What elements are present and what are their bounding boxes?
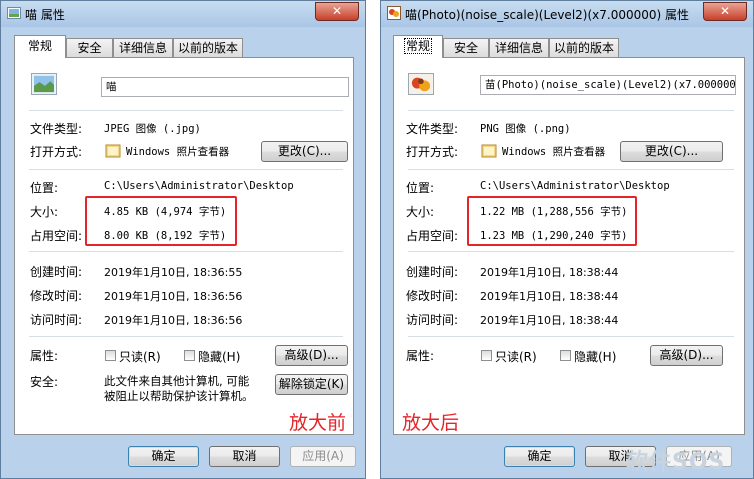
modified-label: 修改时间: <box>406 289 459 303</box>
file-thumbnail-icon <box>408 73 434 95</box>
location-label: 位置: <box>406 181 435 195</box>
created-label: 创建时间: <box>30 265 83 279</box>
file-thumbnail-icon <box>31 73 57 95</box>
security-label: 安全: <box>30 375 59 389</box>
readonly-checkbox[interactable] <box>481 350 492 361</box>
change-button[interactable]: 更改(C)... <box>620 141 723 162</box>
size-label: 大小: <box>406 205 435 219</box>
hidden-checkbox[interactable] <box>560 350 571 361</box>
ok-button[interactable]: 确定 <box>128 446 199 467</box>
left-properties-window: 喵 属性 ✕ 常规 安全 详细信息 以前的版本 喵 文件类型: JPEG 图像 … <box>0 0 366 479</box>
title-bar[interactable]: 喵 属性 ✕ <box>1 1 365 27</box>
accessed-label: 访问时间: <box>406 313 459 327</box>
apply-button[interactable]: 应用(A) <box>290 446 356 467</box>
tab-previous-versions[interactable]: 以前的版本 <box>173 38 243 57</box>
tab-security[interactable]: 安全 <box>443 38 489 57</box>
tab-security[interactable]: 安全 <box>66 38 113 57</box>
created-label: 创建时间: <box>406 265 459 279</box>
tab-details[interactable]: 详细信息 <box>113 38 173 57</box>
annotation-after: 放大后 <box>402 412 460 434</box>
security-text-line2: 被阻止以帮助保护该计算机。 <box>104 389 254 403</box>
photo-viewer-icon <box>105 144 121 158</box>
advanced-button[interactable]: 高级(D)... <box>275 345 348 366</box>
location-value: C:\Users\Administrator\Desktop <box>104 180 294 192</box>
modified-value: 2019年1月10日, 18:36:56 <box>104 290 243 303</box>
modified-label: 修改时间: <box>30 289 83 303</box>
filename-field[interactable]: 苗(Photo)(noise_scale)(Level2)(x7.000000) <box>480 75 736 95</box>
opens-with-label: 打开方式: <box>30 145 83 159</box>
close-button[interactable]: ✕ <box>315 2 359 21</box>
watermark: 软件SOS <box>626 450 726 475</box>
opens-with-value: Windows 照片查看器 <box>502 146 606 158</box>
created-value: 2019年1月10日, 18:38:44 <box>480 266 619 279</box>
png-file-icon <box>387 6 401 20</box>
size-on-disk-label: 占用空间: <box>30 229 83 243</box>
file-type-value: JPEG 图像 (.jpg) <box>104 123 201 135</box>
modified-value: 2019年1月10日, 18:38:44 <box>480 290 619 303</box>
readonly-checkbox[interactable] <box>105 350 116 361</box>
title-bar[interactable]: 喵(Photo)(noise_scale)(Level2)(x7.000000)… <box>381 1 753 27</box>
general-panel: 喵 文件类型: JPEG 图像 (.jpg) 打开方式: Windows 照片查… <box>14 57 354 435</box>
annotation-before: 放大前 <box>289 412 347 434</box>
close-button[interactable]: ✕ <box>703 2 747 21</box>
attributes-label: 属性: <box>406 349 435 363</box>
size-on-disk-label: 占用空间: <box>406 229 459 243</box>
change-button[interactable]: 更改(C)... <box>261 141 348 162</box>
filename-field[interactable]: 喵 <box>101 77 349 97</box>
file-type-label: 文件类型: <box>406 122 459 136</box>
file-type-label: 文件类型: <box>30 122 83 136</box>
tab-general[interactable]: 常规 <box>393 35 443 58</box>
window-title: 喵(Photo)(noise_scale)(Level2)(x7.000000)… <box>405 8 690 22</box>
advanced-button[interactable]: 高级(D)... <box>650 345 723 366</box>
tab-details[interactable]: 详细信息 <box>489 38 549 57</box>
file-type-value: PNG 图像 (.png) <box>480 123 571 135</box>
readonly-label: 只读(R) <box>495 350 537 364</box>
unblock-button[interactable]: 解除锁定(K) <box>275 374 348 395</box>
location-value: C:\Users\Administrator\Desktop <box>480 180 670 192</box>
tab-previous-versions[interactable]: 以前的版本 <box>549 38 619 57</box>
created-value: 2019年1月10日, 18:36:55 <box>104 266 243 279</box>
tab-general[interactable]: 常规 <box>14 35 66 58</box>
window-title: 喵 属性 <box>25 8 65 22</box>
right-properties-window: 喵(Photo)(noise_scale)(Level2)(x7.000000)… <box>380 0 754 479</box>
accessed-label: 访问时间: <box>30 313 83 327</box>
location-label: 位置: <box>30 181 59 195</box>
attributes-label: 属性: <box>30 349 59 363</box>
accessed-value: 2019年1月10日, 18:36:56 <box>104 314 243 327</box>
photo-viewer-icon <box>481 144 497 158</box>
opens-with-label: 打开方式: <box>406 145 459 159</box>
readonly-label: 只读(R) <box>119 350 161 364</box>
ok-button[interactable]: 确定 <box>504 446 575 467</box>
size-highlight-box <box>85 196 237 246</box>
cancel-button[interactable]: 取消 <box>209 446 280 467</box>
size-label: 大小: <box>30 205 59 219</box>
hidden-label: 隐藏(H) <box>198 350 241 364</box>
opens-with-value: Windows 照片查看器 <box>126 146 230 158</box>
jpeg-file-icon <box>7 7 21 19</box>
hidden-label: 隐藏(H) <box>574 350 617 364</box>
hidden-checkbox[interactable] <box>184 350 195 361</box>
security-text-line1: 此文件来自其他计算机, 可能 <box>104 374 250 388</box>
size-highlight-box <box>467 196 637 246</box>
accessed-value: 2019年1月10日, 18:38:44 <box>480 314 619 327</box>
general-panel: 苗(Photo)(noise_scale)(Level2)(x7.000000)… <box>393 57 745 435</box>
